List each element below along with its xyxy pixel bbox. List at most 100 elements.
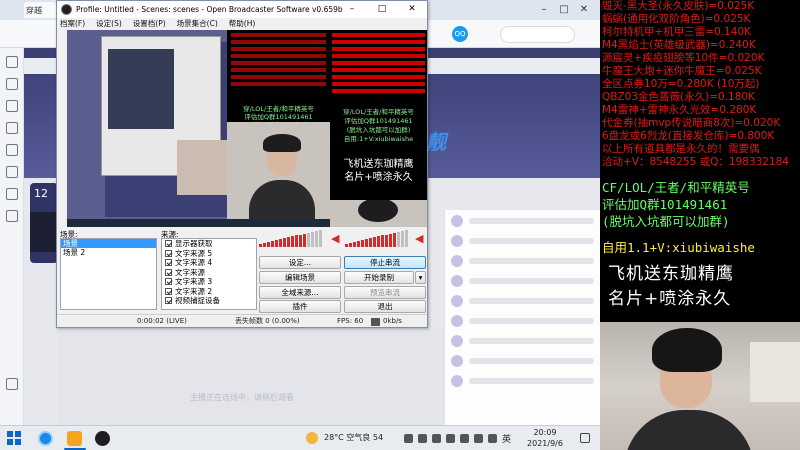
source-checkbox[interactable]: [165, 249, 172, 257]
obs-taskbar-icon[interactable]: [95, 431, 110, 446]
minimize-icon[interactable]: –: [534, 0, 554, 20]
strip-green-line: (脱坑入坑都可以加群): [346, 126, 411, 134]
maximize-icon[interactable]: □: [554, 0, 574, 20]
chat-message: [451, 272, 594, 290]
clock-date: 2021/9/6: [527, 439, 563, 448]
browser-taskbar-icon[interactable]: [38, 431, 53, 446]
source-item[interactable]: 文字来源 5: [162, 249, 256, 259]
source-item[interactable]: 文字来源 4: [162, 258, 256, 268]
settings-button[interactable]: 设定...: [259, 256, 341, 269]
preview-stream-button[interactable]: 预览串流: [344, 286, 426, 299]
speaker-icon[interactable]: ◀: [331, 233, 343, 245]
volume-bar: [279, 239, 282, 247]
star-icon[interactable]: [6, 78, 18, 90]
page-card-thumb[interactable]: [30, 212, 58, 252]
source-label: 文字来源 4: [175, 258, 213, 267]
volume-bar: [283, 238, 286, 247]
notification-icon[interactable]: [580, 433, 590, 443]
source-item[interactable]: 文字来源 2: [162, 287, 256, 297]
clock[interactable]: 20:09 2021/9/6: [516, 427, 574, 449]
browser-tab[interactable]: 穿越: [24, 2, 56, 18]
chat-message: [451, 252, 594, 270]
scene-item[interactable]: 场景: [61, 239, 156, 248]
edit-scene-button[interactable]: 编辑场景: [259, 271, 341, 284]
weather-text[interactable]: 28°C 空气良 54: [324, 432, 383, 443]
chevron-up-icon[interactable]: [404, 434, 413, 443]
maximize-icon[interactable]: □: [367, 1, 397, 18]
strip-person-hair: [358, 200, 398, 222]
source-checkbox[interactable]: [165, 278, 172, 286]
webcam-feed: [600, 322, 800, 450]
source-checkbox[interactable]: [165, 297, 172, 305]
windows-start-icon[interactable]: [7, 431, 22, 446]
menu-profiles[interactable]: 设置档(P): [133, 18, 166, 30]
avatar: [451, 275, 463, 287]
global-sources-button[interactable]: 全域来源...: [259, 286, 341, 299]
plugins-button[interactable]: 插件: [259, 300, 341, 313]
desktop-volume-meter[interactable]: [259, 229, 325, 247]
menu-settings[interactable]: 设定(S): [96, 18, 122, 30]
game-icon[interactable]: [6, 210, 18, 222]
source-item[interactable]: 视频捕捉设备: [162, 296, 256, 306]
source-label: 文字来源 2: [175, 286, 213, 296]
game-taskbar-icon[interactable]: [67, 431, 82, 446]
source-item[interactable]: 显示器获取: [162, 239, 256, 249]
browser-search-field[interactable]: [500, 26, 575, 43]
promo-line: 飞机送东珈精鹰: [608, 264, 734, 284]
scene-item[interactable]: 场景 2: [61, 248, 156, 257]
network-icon[interactable]: [460, 434, 469, 443]
source-checkbox[interactable]: [165, 259, 172, 267]
obs-status-bar: 0:00:02 (LIVE) 丢失帧数 0 (0.00%) FPS: 60 0k…: [57, 314, 427, 328]
volume-bar: [259, 244, 262, 247]
close-icon[interactable]: ✕: [574, 0, 594, 20]
history-icon[interactable]: [6, 144, 18, 156]
mic-audio-mixer[interactable]: ◀: [345, 229, 427, 249]
search-icon[interactable]: [6, 122, 18, 134]
microphone-icon[interactable]: ◀: [415, 233, 427, 245]
qq-icon[interactable]: QQ: [452, 26, 468, 42]
stop-stream-button[interactable]: 停止串流: [344, 256, 426, 269]
source-checkbox[interactable]: [165, 268, 172, 276]
source-label: 视频捕捉设备: [175, 296, 220, 305]
tray-app-icon[interactable]: [432, 434, 441, 443]
volume-bar: [311, 231, 314, 247]
avatar: [451, 375, 463, 387]
source-item[interactable]: 文字来源: [162, 268, 256, 278]
volume-icon[interactable]: [474, 434, 483, 443]
menu-file[interactable]: 档案(F): [60, 18, 85, 30]
menu-scene-collection[interactable]: 场景集合(C): [177, 18, 218, 30]
strip-white-text: 飞机送东珈精鹰 名片+喷涂永久: [330, 158, 427, 198]
download-icon[interactable]: [6, 166, 18, 178]
start-recording-button[interactable]: 开始录制: [344, 271, 414, 284]
input-language[interactable]: 英: [502, 432, 511, 445]
obs-title-bar[interactable]: Profile: Untitled - Scenes: scenes - Ope…: [57, 1, 427, 18]
tray-app-icon[interactable]: [418, 434, 427, 443]
source-label: 文字来源 5: [175, 248, 213, 258]
book-icon[interactable]: [6, 100, 18, 112]
settings-icon[interactable]: [6, 378, 18, 390]
obs-preview[interactable]: 穿/LOL/王者/和平精英号 评估加Q群101491461 (脱坑入坑都可以加群…: [67, 30, 330, 227]
home-icon[interactable]: [6, 56, 18, 68]
sources-list[interactable]: 显示器获取 文字来源 5 文字来源 4 文字来源 文字来源 3 文字来源 2 视…: [161, 238, 257, 310]
source-checkbox[interactable]: [165, 287, 172, 295]
banner-logo-text: 靓: [426, 130, 446, 154]
chat-icon[interactable]: [6, 188, 18, 200]
chat-text: [469, 378, 594, 384]
recording-dropdown-button[interactable]: ▾: [415, 271, 426, 284]
stream-video-area[interactable]: [58, 328, 444, 425]
battery-icon[interactable]: [488, 434, 497, 443]
obs-window-title: Profile: Untitled - Scenes: scenes - Ope…: [76, 5, 343, 14]
desktop-audio-mixer[interactable]: ◀: [259, 229, 343, 249]
scenes-list[interactable]: 场景 场景 2: [60, 238, 157, 310]
minimize-icon[interactable]: –: [337, 1, 367, 18]
preview-nested: [108, 49, 174, 129]
exit-button[interactable]: 退出: [344, 300, 426, 313]
menu-help[interactable]: 帮助(H): [229, 18, 256, 30]
weather-icon[interactable]: [306, 432, 318, 444]
source-checkbox[interactable]: [165, 240, 172, 248]
close-icon[interactable]: ✕: [397, 1, 427, 18]
mic-volume-meter[interactable]: [345, 229, 411, 247]
tray-app-icon[interactable]: [446, 434, 455, 443]
preview-red-line: [231, 82, 326, 86]
source-item[interactable]: 文字来源 3: [162, 277, 256, 287]
